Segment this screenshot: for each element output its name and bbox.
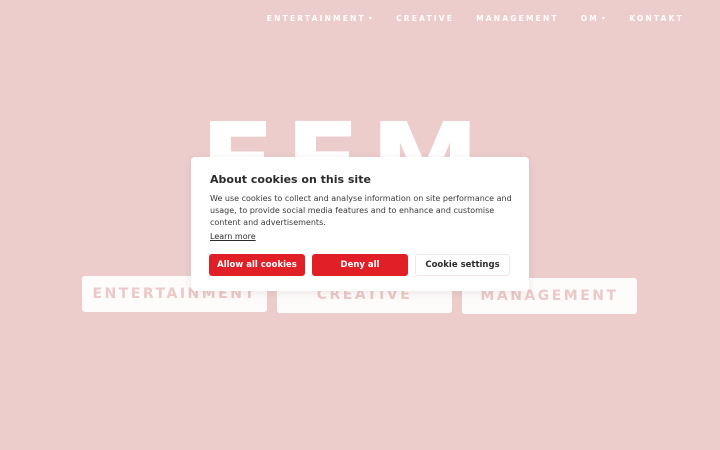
cookie-settings-button[interactable]: Cookie settings: [415, 254, 510, 276]
learn-more-link[interactable]: Learn more: [210, 232, 256, 241]
chevron-down-icon: ▾: [601, 15, 608, 22]
cookie-dialog-body: We use cookies to collect and analyse in…: [210, 194, 512, 227]
nav-item-label: ENTERTAINMENT: [266, 14, 366, 23]
cookie-dialog-title: About cookies on this site: [210, 173, 371, 186]
deny-all-button[interactable]: Deny all: [312, 254, 408, 276]
allow-all-cookies-button[interactable]: Allow all cookies: [209, 254, 305, 276]
chevron-down-icon: ▾: [368, 15, 375, 22]
nav-item-label: KONTAKT: [629, 14, 684, 23]
nav-item-label: OM: [580, 14, 599, 23]
nav-item-entertainment[interactable]: ENTERTAINMENT ▾: [267, 14, 374, 23]
nav-item-management[interactable]: MANAGEMENT: [476, 14, 559, 23]
nav-item-creative[interactable]: CREATIVE: [396, 14, 454, 23]
nav-item-label: MANAGEMENT: [476, 14, 559, 23]
nav-item-label: CREATIVE: [396, 14, 455, 23]
main-nav: ENTERTAINMENT ▾ CREATIVE MANAGEMENT OM ▾…: [267, 14, 684, 23]
nav-item-kontakt[interactable]: KONTAKT: [629, 14, 684, 23]
nav-item-om[interactable]: OM ▾: [581, 14, 607, 23]
cookie-dialog: About cookies on this site We use cookie…: [191, 157, 529, 291]
